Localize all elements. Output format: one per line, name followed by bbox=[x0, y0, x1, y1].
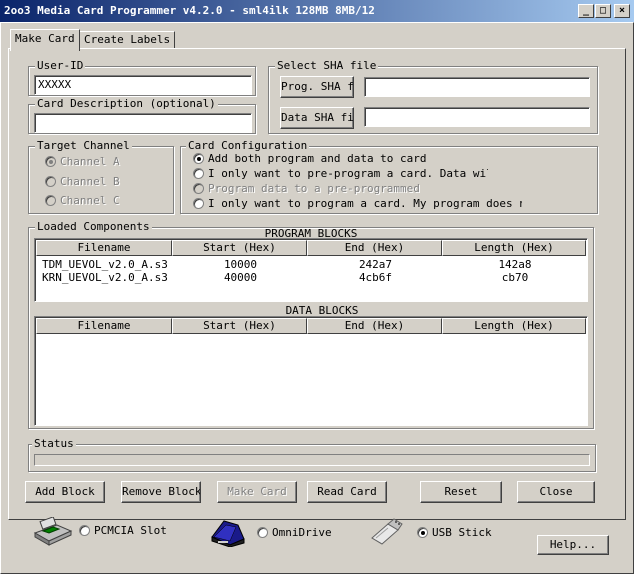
config-preprogram-radio[interactable] bbox=[193, 168, 204, 179]
row-start: 10000 bbox=[223, 258, 258, 271]
close-button[interactable]: Close bbox=[517, 481, 595, 503]
omnidrive-icon bbox=[211, 520, 245, 547]
row-start: 40000 bbox=[223, 271, 258, 284]
program-blocks-list[interactable]: Filename Start (Hex) End (Hex) Length (H… bbox=[34, 238, 588, 302]
row-filename: TDM_UEVOL_v2.0_A.s3 bbox=[42, 258, 168, 271]
data-sha-path-field[interactable] bbox=[364, 107, 590, 127]
program-col-end[interactable]: End (Hex) bbox=[307, 240, 442, 256]
pcmcia-slot-label: PCMCIA Slot bbox=[94, 524, 167, 537]
pcmcia-slot-radio[interactable] bbox=[79, 525, 90, 536]
data-col-filename[interactable]: Filename bbox=[36, 318, 172, 334]
reset-button[interactable]: Reset bbox=[420, 481, 502, 503]
add-block-button[interactable]: Add Block bbox=[25, 481, 105, 503]
program-col-start[interactable]: Start (Hex) bbox=[172, 240, 307, 256]
config-program-data-radio[interactable] bbox=[193, 183, 204, 194]
channel-a-radio[interactable] bbox=[45, 156, 56, 167]
usb-stick-radio[interactable] bbox=[417, 527, 428, 538]
data-blocks-list[interactable]: Filename Start (Hex) End (Hex) Length (H… bbox=[34, 316, 588, 426]
card-config-label: Card Configuration bbox=[186, 139, 310, 152]
data-sha-file-button[interactable]: Data SHA fil bbox=[280, 107, 354, 129]
config-both-radio[interactable] bbox=[193, 153, 204, 164]
channel-b-label: Channel B bbox=[60, 175, 120, 188]
program-col-length[interactable]: Length (Hex) bbox=[442, 240, 586, 256]
row-length: cb70 bbox=[501, 271, 529, 284]
config-preprogram-label: I only want to pre-program a card. Data … bbox=[208, 167, 488, 180]
card-description-field[interactable] bbox=[34, 113, 252, 133]
user-id-field[interactable]: XXXXX bbox=[34, 75, 252, 95]
read-card-button[interactable]: Read Card bbox=[307, 481, 387, 503]
remove-block-button[interactable]: Remove Block bbox=[121, 481, 201, 503]
sha-label: Select SHA file bbox=[275, 59, 379, 72]
usb-stick-label: USB Stick bbox=[432, 526, 492, 539]
omnidrive-radio[interactable] bbox=[257, 527, 268, 538]
config-program-only-label: I only want to program a card. My progra… bbox=[208, 197, 522, 210]
channel-c-label: Channel C bbox=[60, 194, 120, 207]
data-col-end[interactable]: End (Hex) bbox=[307, 318, 442, 334]
status-progress-bar bbox=[34, 454, 590, 466]
prog-sha-file-button[interactable]: Prog. SHA fil bbox=[280, 76, 354, 98]
user-id-label: User-ID bbox=[35, 59, 86, 72]
omnidrive-label: OmniDrive bbox=[272, 526, 332, 539]
row-length: 142a8 bbox=[498, 258, 532, 271]
channel-a-label: Channel A bbox=[60, 155, 120, 168]
channel-b-radio[interactable] bbox=[45, 176, 56, 187]
card-description-label: Card Description (optional) bbox=[35, 97, 218, 110]
help-button[interactable]: Help... bbox=[537, 535, 609, 555]
data-col-start[interactable]: Start (Hex) bbox=[172, 318, 307, 334]
usb-stick-icon bbox=[371, 518, 403, 545]
config-program-only-radio[interactable] bbox=[193, 198, 204, 209]
row-end: 4cb6f bbox=[358, 271, 393, 284]
config-both-label: Add both program and data to card bbox=[208, 152, 427, 165]
pcmcia-drive-icon bbox=[33, 517, 73, 546]
make-card-button[interactable]: Make Card bbox=[217, 481, 297, 503]
prog-sha-path-field[interactable] bbox=[364, 77, 590, 97]
channel-c-radio[interactable] bbox=[45, 195, 56, 206]
row-end: 242a7 bbox=[358, 258, 393, 271]
data-col-length[interactable]: Length (Hex) bbox=[442, 318, 586, 334]
status-label: Status bbox=[32, 437, 76, 450]
row-filename: KRN_UEVOL_v2.0_A.s3 bbox=[42, 271, 168, 284]
config-program-data-label: Program data to a pre-programmed bbox=[208, 182, 420, 195]
program-col-filename[interactable]: Filename bbox=[36, 240, 172, 256]
target-channel-label: Target Channel bbox=[35, 139, 132, 152]
